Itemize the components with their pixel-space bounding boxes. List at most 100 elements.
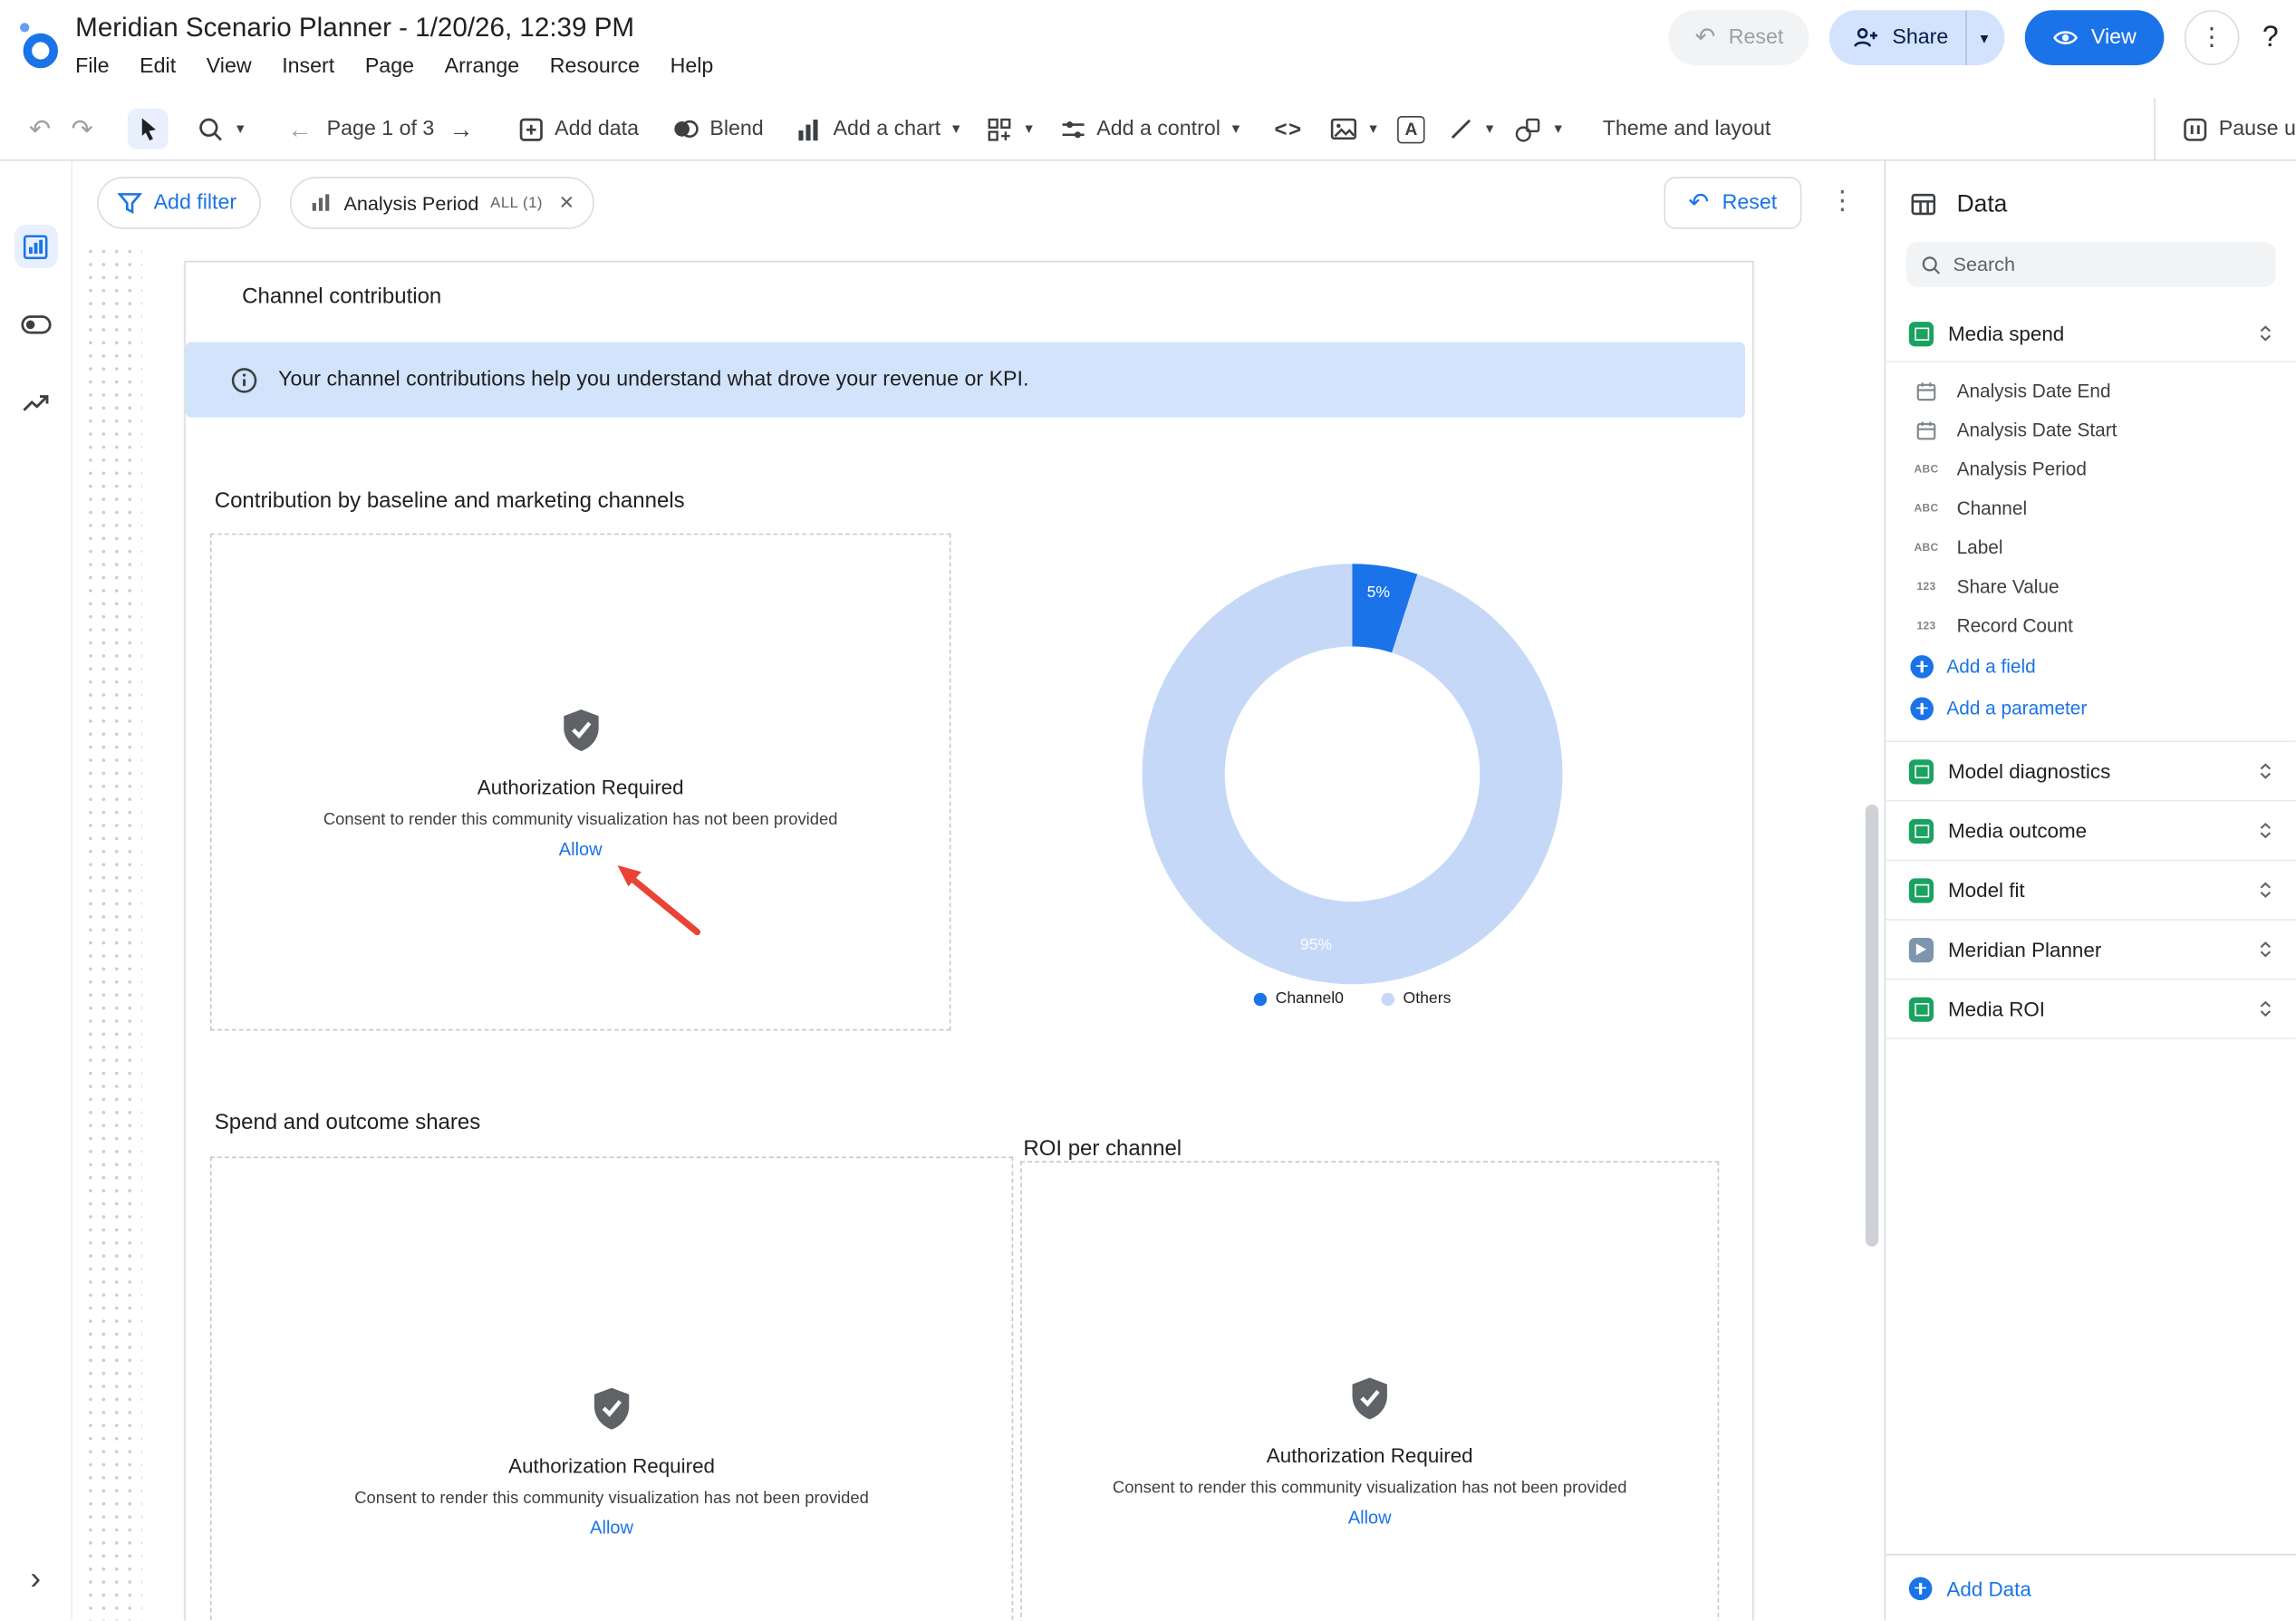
sheet-source-icon [1909,997,1934,1021]
data-source-label: Meridian Planner [1948,938,2101,961]
allow-link[interactable]: Allow [590,1518,633,1538]
menu-resource[interactable]: Resource [550,55,640,79]
menu-page[interactable]: Page [365,55,414,79]
add-chart-button[interactable]: Add a chart ▾ [796,115,960,142]
donut-chart[interactable] [1143,564,1563,984]
unfold-icon[interactable] [2255,938,2275,961]
rail-report-tool-button[interactable] [14,225,57,268]
field-analysis-date-end[interactable]: Analysis Date End [1886,371,2296,410]
data-source-media-roi[interactable]: Media ROI [1886,979,2296,1038]
allow-link[interactable]: Allow [1348,1508,1392,1528]
chevron-down-icon: ▾ [1232,121,1240,138]
add-data-footer-label: Add Data [1946,1577,2031,1600]
header-more-options-button[interactable]: ⋮ [2185,10,2240,65]
view-button[interactable]: View [2024,10,2164,65]
chevron-down-icon: ▾ [1025,121,1032,138]
data-source-media-outcome[interactable]: Media outcome [1886,800,2296,860]
legend-item-channel0[interactable]: Channel0 [1254,990,1344,1008]
field-channel[interactable]: ABC Channel [1886,488,2296,527]
menu-arrange[interactable]: Arrange [445,55,520,79]
kebab-icon: ⋮ [2199,24,2224,53]
data-source-meridian-planner[interactable]: Meridian Planner [1886,919,2296,979]
legend-item-others[interactable]: Others [1382,990,1452,1008]
help-button[interactable]: ? [2262,21,2279,54]
canvas-more-options-button[interactable]: ⋮ [1829,186,1856,217]
field-analysis-period[interactable]: ABC Analysis Period [1886,449,2296,488]
menu-help[interactable]: Help [670,55,714,79]
data-search-input[interactable] [1954,254,2262,275]
zoom-tool-button[interactable]: ▾ [198,115,245,142]
add-data-button[interactable]: Add data [517,115,639,142]
data-source-model-diagnostics[interactable]: Model diagnostics [1886,740,2296,800]
report-title[interactable]: Meridian Scenario Planner - 1/20/26, 12:… [75,12,713,43]
unfold-icon[interactable] [2255,998,2275,1021]
field-label: Analysis Date Start [1957,419,2118,440]
next-page-button[interactable]: → [449,117,473,141]
eye-icon [2052,27,2079,47]
field-analysis-date-start[interactable]: Analysis Date Start [1886,410,2296,449]
image-tool-button[interactable]: ▾ [1329,116,1377,142]
theme-layout-button[interactable]: Theme and layout [1603,118,1771,141]
field-label: Label [1957,536,2003,558]
field-label[interactable]: ABC Label [1886,527,2296,566]
filter-chip-analysis-period[interactable]: Analysis Period ALL (1) ✕ [290,177,594,229]
undo-icon: ↶ [1688,188,1709,217]
undo-button[interactable]: ↶ [29,116,51,142]
add-parameter-button[interactable]: Add a parameter [1886,687,2296,728]
share-label: Share [1892,26,1948,50]
share-button-main[interactable]: Share [1830,10,1966,65]
menu-edit[interactable]: Edit [140,55,176,79]
collapse-icon[interactable] [2255,322,2275,345]
header-reset-button[interactable]: ↶ Reset [1669,10,1809,65]
rail-controls-button[interactable] [14,303,57,346]
community-visualizations-button[interactable]: ▾ [986,115,1033,142]
data-search-box[interactable] [1906,242,2276,287]
rail-expand-button[interactable]: › [0,1559,71,1597]
line-tool-button[interactable]: ▾ [1448,116,1493,142]
canvas-area: Channel contribution Your channel contri… [72,245,1885,1620]
toggle-icon [20,314,52,334]
embed-code-button[interactable]: <> [1275,117,1303,141]
line-icon [1448,116,1474,142]
add-filter-button[interactable]: Add filter [97,177,261,229]
canvas-scrollbar[interactable] [1866,805,1878,1247]
rail-trending-button[interactable] [14,381,57,425]
text-tool-button[interactable]: A [1397,115,1424,142]
magnifier-icon [198,115,225,142]
blend-button[interactable]: Blend [670,116,764,142]
pause-updates-button[interactable]: Pause u [2181,115,2296,142]
unfold-icon[interactable] [2255,819,2275,843]
previous-page-button[interactable]: ← [287,117,312,141]
select-tool-button[interactable] [128,109,169,150]
menu-view[interactable]: View [207,55,252,79]
close-icon[interactable]: ✕ [559,191,574,215]
chart-title-roi: ROI per channel [1023,1136,1182,1161]
allow-link[interactable]: Allow [559,838,603,858]
share-button[interactable]: Share ▾ [1830,10,2004,65]
field-share-value[interactable]: 123 Share Value [1886,566,2296,605]
field-label: Share Value [1957,575,2060,597]
legend-dot-channel0 [1254,992,1267,1005]
data-source-label: Model diagnostics [1948,759,2110,783]
add-field-button[interactable]: Add a field [1886,645,2296,687]
number-type-icon: 123 [1909,580,1944,593]
unfold-icon[interactable] [2255,759,2275,783]
header-main: Meridian Scenario Planner - 1/20/26, 12:… [75,0,713,78]
menu-insert[interactable]: Insert [282,55,334,79]
menu-file[interactable]: File [75,55,109,79]
unfold-icon[interactable] [2255,878,2275,902]
data-source-model-fit[interactable]: Model fit [1886,860,2296,920]
page-indicator[interactable]: Page 1 of 3 [327,118,435,141]
forward-arrow-icon: → [449,115,473,142]
add-chart-label: Add a chart [834,118,941,141]
shape-tool-button[interactable]: ▾ [1514,115,1562,142]
canvas-reset-button[interactable]: ↶ Reset [1664,177,1801,229]
auth-required-message: Consent to render this community visuali… [1113,1480,1627,1497]
chevron-down-icon: ▾ [1369,121,1376,138]
share-dropdown-button[interactable]: ▾ [1965,10,2003,65]
add-data-footer-button[interactable]: Add Data [1886,1554,2296,1621]
field-record-count[interactable]: 123 Record Count [1886,606,2296,645]
add-control-button[interactable]: Add a control ▾ [1059,115,1240,142]
data-source-media-spend[interactable]: Media spend [1886,306,2296,362]
redo-button[interactable]: ↷ [72,116,93,142]
